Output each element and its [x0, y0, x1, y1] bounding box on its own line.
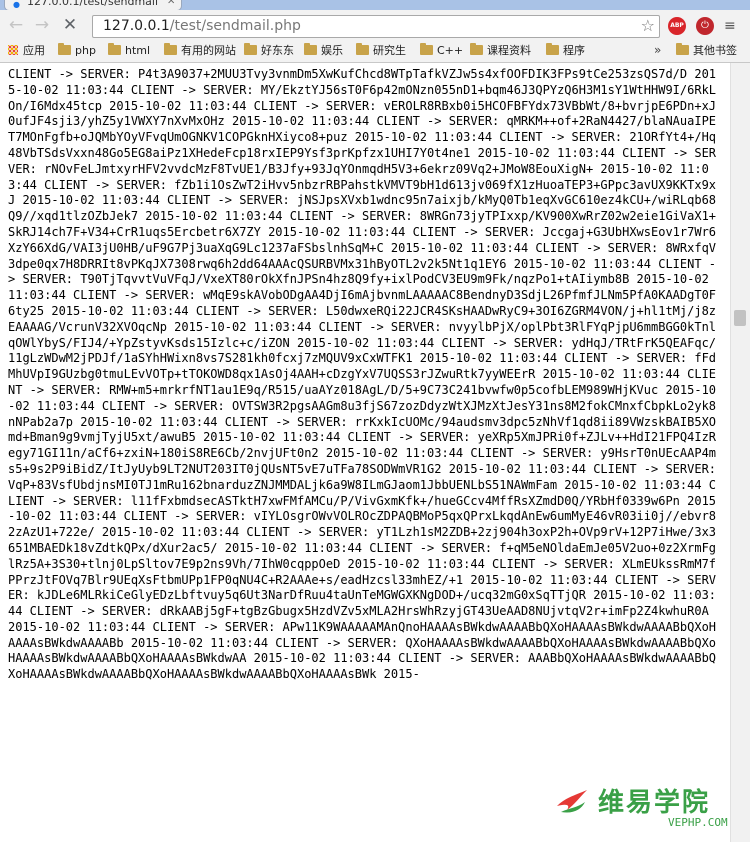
bookmark-folder[interactable]: 课程资料: [470, 43, 531, 59]
extension-power-icon[interactable]: ⏻: [696, 17, 714, 35]
folder-icon: [420, 43, 433, 55]
bookmarks-overflow-button[interactable]: »: [654, 43, 661, 57]
bird-logo-icon: [557, 790, 587, 813]
url-text[interactable]: 127.0.0.1/test/sendmail.php: [103, 18, 301, 34]
bookmark-folder[interactable]: php: [58, 43, 96, 59]
close-icon[interactable]: ✕: [167, 0, 175, 7]
page-content: CLIENT -> SERVER: P4t3A9037+2MUU3Tvy3vnm…: [0, 63, 730, 842]
bookmark-star-icon[interactable]: ☆: [641, 16, 655, 35]
forward-icon[interactable]: →: [32, 15, 52, 35]
bookmarks-bar: 应用 php html 有用的网站 好东东 娱乐 研究生 C++ 课程资料 程序…: [0, 41, 750, 63]
bookmark-other[interactable]: 其他书签: [676, 43, 737, 59]
folder-icon: [304, 43, 317, 55]
folder-icon: [356, 43, 369, 55]
watermark-logo: 维易学院 VEPHP.COM: [550, 782, 750, 834]
folder-icon: [470, 43, 483, 55]
folder-icon: [108, 43, 121, 55]
bookmark-apps[interactable]: 应用: [8, 43, 45, 59]
address-bar[interactable]: 127.0.0.1/test/sendmail.php ☆: [92, 15, 660, 38]
watermark-url: VEPHP.COM: [668, 816, 728, 829]
vertical-scrollbar[interactable]: [730, 63, 750, 842]
adblock-icon[interactable]: ABP: [668, 17, 686, 35]
watermark-text: 维易学院: [598, 788, 711, 818]
apps-icon: [8, 45, 18, 55]
bookmark-folder[interactable]: 研究生: [356, 43, 406, 59]
browser-toolbar: ← → ✕ 127.0.0.1/test/sendmail.php ☆ ABP …: [0, 10, 750, 41]
bookmark-folder[interactable]: html: [108, 43, 150, 59]
folder-icon: [58, 43, 71, 55]
bookmark-folder[interactable]: 娱乐: [304, 43, 343, 59]
folder-icon: [164, 43, 177, 55]
bookmark-folder[interactable]: 有用的网站: [164, 43, 236, 59]
bookmark-folder[interactable]: 程序: [546, 43, 585, 59]
scrollbar-thumb[interactable]: [734, 310, 746, 326]
tab-title: 127.0.0.1/test/sendmail: [27, 0, 159, 8]
stop-icon[interactable]: ✕: [60, 15, 80, 35]
page-icon: ●: [13, 0, 20, 9]
menu-icon[interactable]: ≡: [724, 18, 736, 34]
bookmark-folder[interactable]: 好东东: [244, 43, 294, 59]
smtp-debug-log: CLIENT -> SERVER: P4t3A9037+2MUU3Tvy3vnm…: [8, 67, 724, 682]
tab-strip: ● 127.0.0.1/test/sendmail ✕: [0, 0, 750, 11]
folder-icon: [676, 43, 689, 55]
folder-icon: [546, 43, 559, 55]
back-icon[interactable]: ←: [6, 15, 26, 35]
bookmark-folder[interactable]: C++: [420, 43, 463, 59]
folder-icon: [244, 43, 257, 55]
